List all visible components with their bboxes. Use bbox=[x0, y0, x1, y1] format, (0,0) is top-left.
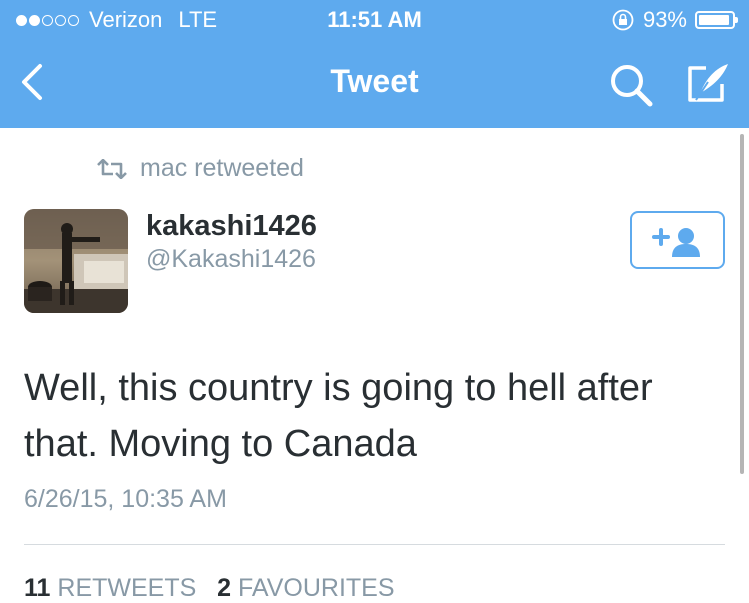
divider bbox=[24, 544, 725, 545]
compose-icon[interactable] bbox=[682, 60, 730, 106]
tweet-timestamp: 6/26/15, 10:35 AM bbox=[24, 485, 227, 513]
retweet-context[interactable]: mac retweeted bbox=[96, 154, 304, 183]
tweet-text: Well, this country is going to hell afte… bbox=[24, 367, 653, 465]
author-name[interactable]: kakashi1426 bbox=[146, 210, 317, 243]
retweeted-by-label: mac retweeted bbox=[140, 154, 304, 182]
battery-info: 93% bbox=[611, 7, 738, 33]
avatar[interactable] bbox=[24, 209, 128, 313]
follow-button[interactable] bbox=[630, 211, 725, 269]
favourites-stat[interactable]: 2 FAVOURITES bbox=[217, 574, 394, 602]
navigation-bar: Verizon LTE 11:51 AM 93% Tweet bbox=[0, 0, 749, 128]
retweets-label: RETWEETS bbox=[57, 574, 197, 602]
retweet-count: 11 bbox=[24, 574, 51, 602]
scrollbar[interactable] bbox=[740, 134, 744, 474]
author-handle[interactable]: @Kakashi1426 bbox=[146, 245, 316, 274]
rotation-lock-icon bbox=[612, 9, 634, 31]
search-icon[interactable] bbox=[608, 62, 654, 108]
battery-percent: 93% bbox=[642, 7, 687, 32]
battery-icon bbox=[695, 11, 738, 29]
retweets-stat[interactable]: 11 RETWEETS bbox=[24, 574, 196, 602]
retweet-icon bbox=[97, 158, 127, 179]
status-bar: Verizon LTE 11:51 AM 93% bbox=[0, 0, 749, 40]
favourites-label: FAVOURITES bbox=[238, 574, 395, 602]
favourite-count: 2 bbox=[217, 574, 232, 602]
add-user-icon bbox=[652, 228, 700, 257]
